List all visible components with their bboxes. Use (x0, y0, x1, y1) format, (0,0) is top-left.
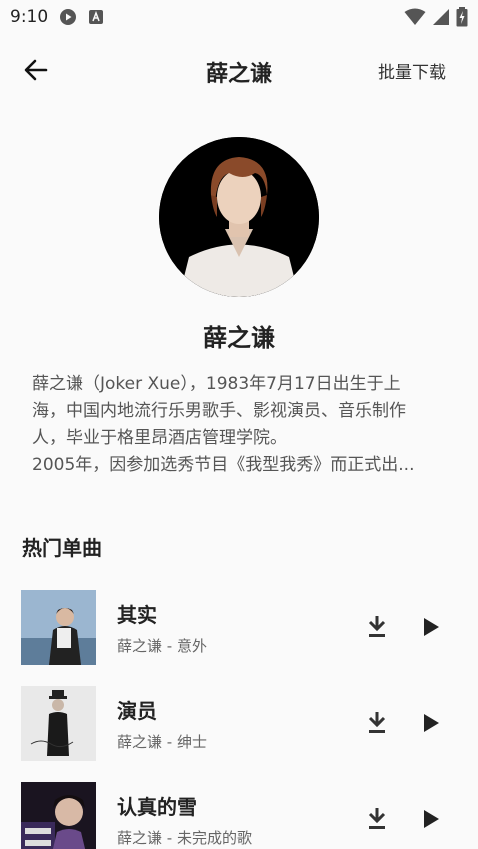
hot-songs-title: 热门单曲 (22, 536, 102, 560)
play-icon[interactable] (420, 615, 442, 639)
song-subtitle: 薛之谦 - 未完成的歌 (117, 829, 252, 847)
status-bar: 9:10 (0, 0, 478, 34)
play-icon[interactable] (420, 807, 442, 831)
song-subtitle: 薛之谦 - 绅士 (117, 733, 207, 751)
album-cover (21, 590, 96, 665)
signal-icon (433, 9, 449, 25)
song-title: 其实 (117, 603, 157, 627)
download-icon[interactable] (365, 613, 389, 639)
font-status-icon (89, 10, 104, 24)
song-subtitle: 薛之谦 - 意外 (117, 637, 207, 655)
status-time: 9:10 (10, 7, 49, 27)
album-cover (21, 782, 96, 849)
bio-line: 薛之谦（Joker Xue），1983年7月17日出生于上 (32, 374, 401, 394)
bio-line: 2005年，因参加选秀节目《我型我秀》而正式出... (32, 455, 415, 475)
bio-line: 海，中国内地流行乐男歌手、影视演员、音乐制作 (32, 401, 406, 421)
artist-name: 薛之谦 (203, 324, 275, 352)
album-cover (21, 686, 96, 761)
song-row[interactable]: 演员 薛之谦 - 绅士 (0, 681, 478, 777)
artist-bio: 薛之谦（Joker Xue），1983年7月17日出生于上 海，中国内地流行乐男… (32, 371, 444, 479)
download-icon[interactable] (365, 709, 389, 735)
play-icon[interactable] (420, 711, 442, 735)
download-icon[interactable] (365, 805, 389, 831)
song-title: 演员 (117, 699, 157, 723)
artist-photo (159, 137, 319, 297)
artist-avatar (159, 137, 319, 297)
song-list: 其实 薛之谦 - 意外 演员 薛之谦 - 绅士 认真的雪 薛之谦 - 未完成的歌 (0, 585, 478, 849)
media-play-status-icon (60, 9, 77, 25)
song-title: 认真的雪 (117, 795, 197, 819)
song-row[interactable]: 其实 薛之谦 - 意外 (0, 585, 478, 681)
wifi-icon (404, 8, 426, 25)
song-row[interactable]: 认真的雪 薛之谦 - 未完成的歌 (0, 777, 478, 849)
bio-line: 人，毕业于格里昂酒店管理学院。 (32, 428, 287, 448)
batch-download-button[interactable]: 批量下载 (378, 58, 446, 83)
battery-icon (456, 7, 468, 27)
app-bar: 薛之谦 批量下载 (0, 42, 478, 98)
